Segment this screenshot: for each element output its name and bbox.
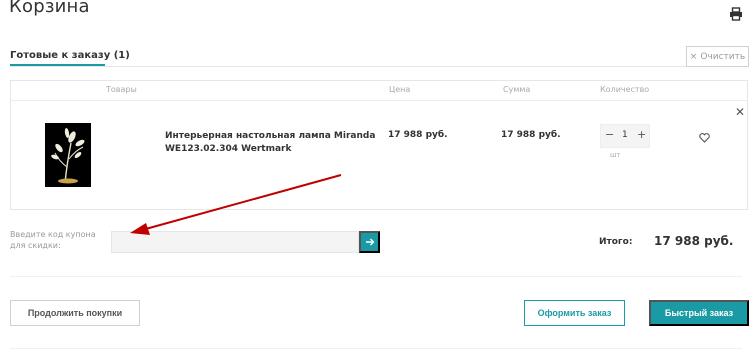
coupon-submit-button[interactable]: [359, 231, 380, 253]
heart-icon[interactable]: [699, 128, 710, 143]
arrow-right-icon: [365, 238, 374, 246]
remove-item-icon[interactable]: ✕: [735, 106, 745, 118]
quick-order-button[interactable]: Быстрый заказ: [649, 300, 749, 326]
quantity-stepper: − 1 +: [600, 124, 650, 148]
header-products: Товары: [106, 85, 137, 94]
print-icon[interactable]: [729, 6, 743, 21]
cart-table-header: Товары Цена Сумма Количество: [11, 81, 747, 101]
close-icon: ×: [689, 51, 698, 62]
continue-shopping-button[interactable]: Продолжить покупки: [10, 300, 140, 326]
tab-divider: [10, 66, 742, 67]
total-value: 17 988 руб.: [654, 234, 734, 248]
clear-cart-button[interactable]: × Очистить: [686, 46, 749, 67]
product-name-link[interactable]: Интерьерная настольная лампа Miranda WE1…: [165, 130, 380, 156]
page-title: Корзина: [9, 0, 90, 17]
clear-cart-label: Очистить: [700, 51, 746, 62]
coupon-label: Введите код купона для скидки:: [10, 230, 96, 250]
header-price: Цена: [389, 85, 411, 94]
total-label: Итого:: [599, 237, 633, 247]
quantity-unit: шт: [610, 151, 621, 159]
checkout-button[interactable]: Оформить заказ: [524, 300, 625, 326]
product-image[interactable]: [45, 123, 91, 187]
product-price: 17 988 руб.: [388, 130, 448, 140]
header-quantity: Количество: [600, 85, 650, 94]
header-sum: Сумма: [503, 85, 531, 94]
quantity-value[interactable]: 1: [622, 130, 628, 140]
cart-table: Товары Цена Сумма Количество Интерьерная…: [10, 80, 748, 210]
product-sum: 17 988 руб.: [501, 130, 561, 140]
quantity-decrease-button[interactable]: −: [605, 128, 614, 141]
quantity-increase-button[interactable]: +: [637, 128, 646, 141]
divider: [10, 276, 742, 277]
coupon-input[interactable]: [111, 231, 359, 253]
bottom-divider: [10, 348, 742, 349]
